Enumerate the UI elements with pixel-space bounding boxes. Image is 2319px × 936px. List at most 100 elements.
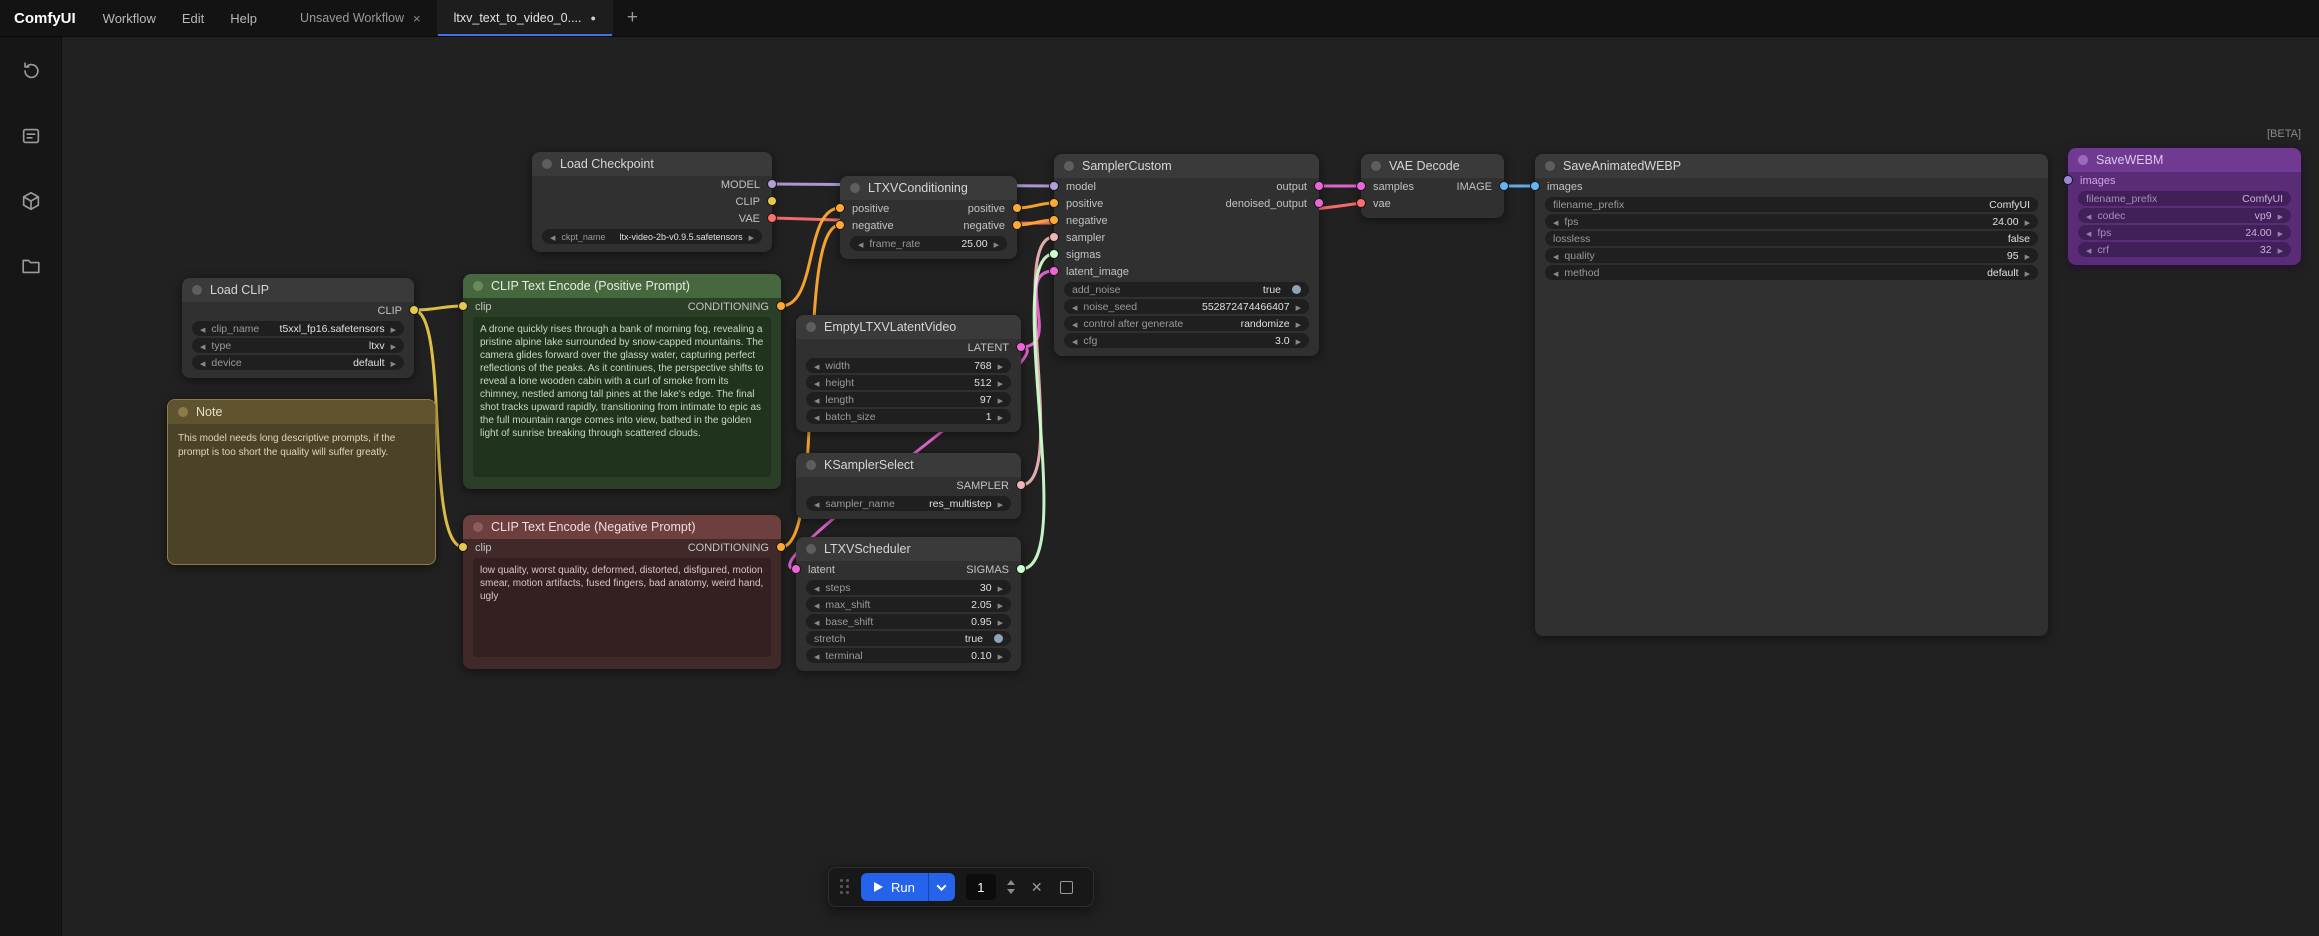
number-left-arrow-icon[interactable] xyxy=(1072,335,1077,347)
node-ksampler-select[interactable]: KSamplerSelect SAMPLER sampler_name res_… xyxy=(796,453,1021,519)
collapse-dot-icon[interactable] xyxy=(1545,161,1555,171)
node-titlebar[interactable]: KSamplerSelect xyxy=(796,453,1021,477)
node-titlebar[interactable]: SaveAnimatedWEBP xyxy=(1535,154,2048,178)
port-sampler-output[interactable] xyxy=(1016,480,1026,490)
menu-help[interactable]: Help xyxy=(217,0,270,36)
widget-quality[interactable]: quality 95 xyxy=(1545,248,2038,263)
number-right-arrow-icon[interactable] xyxy=(994,238,999,250)
workflows-folder-icon[interactable] xyxy=(19,254,43,278)
batch-count-input[interactable]: 1 xyxy=(966,874,996,900)
number-right-arrow-icon[interactable] xyxy=(998,411,1003,423)
number-right-arrow-icon[interactable] xyxy=(998,616,1003,628)
node-titlebar[interactable]: Load CLIP xyxy=(182,278,414,302)
port-positive-input[interactable] xyxy=(835,203,845,213)
number-right-arrow-icon[interactable] xyxy=(998,599,1003,611)
port-clip-output[interactable] xyxy=(409,305,419,315)
port-latent-image-input[interactable] xyxy=(1049,266,1059,276)
widget-steps[interactable]: steps 30 xyxy=(806,580,1011,595)
widget-device[interactable]: device default xyxy=(192,355,404,370)
combo-right-arrow-icon[interactable] xyxy=(391,357,396,369)
port-model-input[interactable] xyxy=(1049,181,1059,191)
toggle-pip-icon[interactable] xyxy=(994,634,1003,643)
number-left-arrow-icon[interactable] xyxy=(2086,244,2091,256)
history-icon[interactable] xyxy=(19,59,43,83)
node-empty-ltxv-latent-video[interactable]: EmptyLTXVLatentVideo LATENT width 768 he… xyxy=(796,315,1021,432)
number-right-arrow-icon[interactable] xyxy=(998,360,1003,372)
widget-batch-size[interactable]: batch_size 1 xyxy=(806,409,1011,424)
tab-unsaved-workflow[interactable]: Unsaved Workflow × xyxy=(284,0,438,36)
port-clip-input[interactable] xyxy=(458,542,468,552)
negative-prompt-textarea[interactable]: low quality, worst quality, deformed, di… xyxy=(473,558,771,657)
widget-filename-prefix[interactable]: filename_prefix ComfyUI xyxy=(1545,197,2038,212)
node-save-animated-webp[interactable]: SaveAnimatedWEBP images filename_prefix … xyxy=(1535,154,2048,636)
port-conditioning-output[interactable] xyxy=(776,542,786,552)
node-titlebar[interactable]: VAE Decode xyxy=(1361,154,1504,178)
number-left-arrow-icon[interactable] xyxy=(814,411,819,423)
node-ltxv-scheduler[interactable]: LTXVScheduler latent SIGMAS steps 30 max… xyxy=(796,537,1021,671)
combo-right-arrow-icon[interactable] xyxy=(1296,318,1301,330)
number-left-arrow-icon[interactable] xyxy=(814,650,819,662)
clear-queue-icon[interactable] xyxy=(1031,879,1043,896)
run-options-dropdown[interactable] xyxy=(928,873,955,901)
combo-left-arrow-icon[interactable] xyxy=(550,232,555,242)
widget-codec[interactable]: codec vp9 xyxy=(2078,208,2291,223)
port-negative-output[interactable] xyxy=(1012,220,1022,230)
node-clip-text-encode-positive[interactable]: CLIP Text Encode (Positive Prompt) clip … xyxy=(463,274,781,489)
run-button[interactable]: Run xyxy=(861,873,928,901)
collapse-dot-icon[interactable] xyxy=(850,183,860,193)
widget-lossless-toggle[interactable]: lossless false xyxy=(1545,231,2038,246)
combo-right-arrow-icon[interactable] xyxy=(2278,210,2283,222)
number-right-arrow-icon[interactable] xyxy=(1296,335,1301,347)
port-latent-input[interactable] xyxy=(791,564,801,574)
node-titlebar[interactable]: SaveWEBM xyxy=(2068,148,2301,172)
node-titlebar[interactable]: Note xyxy=(168,400,435,424)
widget-sampler-name[interactable]: sampler_name res_multistep xyxy=(806,496,1011,511)
port-vae-input[interactable] xyxy=(1356,198,1366,208)
port-model-output[interactable] xyxy=(767,179,777,189)
model-library-icon[interactable] xyxy=(19,189,43,213)
number-left-arrow-icon[interactable] xyxy=(1553,216,1558,228)
widget-frame-rate[interactable]: frame_rate 25.00 xyxy=(850,236,1007,251)
collapse-dot-icon[interactable] xyxy=(1371,161,1381,171)
port-sigmas-output[interactable] xyxy=(1016,564,1026,574)
combo-left-arrow-icon[interactable] xyxy=(200,357,205,369)
decrement-icon[interactable] xyxy=(1007,889,1015,894)
menu-edit[interactable]: Edit xyxy=(169,0,217,36)
node-note[interactable]: Note This model needs long descriptive p… xyxy=(167,399,436,565)
port-clip-output[interactable] xyxy=(767,196,777,206)
number-left-arrow-icon[interactable] xyxy=(814,360,819,372)
combo-left-arrow-icon[interactable] xyxy=(814,498,819,510)
collapse-dot-icon[interactable] xyxy=(806,544,816,554)
node-titlebar[interactable]: EmptyLTXVLatentVideo xyxy=(796,315,1021,339)
tab-ltxv-text-to-video[interactable]: ltxv_text_to_video_0.... ● xyxy=(438,0,613,36)
number-right-arrow-icon[interactable] xyxy=(998,394,1003,406)
number-right-arrow-icon[interactable] xyxy=(2278,244,2283,256)
number-right-arrow-icon[interactable] xyxy=(2025,216,2030,228)
node-save-webm[interactable]: SaveWEBM images filename_prefix ComfyUI … xyxy=(2068,148,2301,265)
widget-type[interactable]: type ltxv xyxy=(192,338,404,353)
number-right-arrow-icon[interactable] xyxy=(998,582,1003,594)
node-vae-decode[interactable]: VAE Decode samples IMAGE vae xyxy=(1361,154,1504,218)
increment-icon[interactable] xyxy=(1007,880,1015,885)
node-sampler-custom[interactable]: SamplerCustom model output positive deno… xyxy=(1054,154,1319,356)
number-left-arrow-icon[interactable] xyxy=(814,582,819,594)
port-vae-output[interactable] xyxy=(767,213,777,223)
node-load-clip[interactable]: Load CLIP CLIP clip_name t5xxl_fp16.safe… xyxy=(182,278,414,378)
node-titlebar[interactable]: Load Checkpoint xyxy=(532,152,772,176)
port-output[interactable] xyxy=(1314,181,1324,191)
new-tab-button[interactable]: + xyxy=(613,0,652,36)
node-load-checkpoint[interactable]: Load Checkpoint MODEL CLIP VAE ckpt_name… xyxy=(532,152,772,252)
drag-handle-icon[interactable] xyxy=(840,879,850,895)
widget-stretch-toggle[interactable]: stretch true xyxy=(806,631,1011,646)
node-titlebar[interactable]: LTXVConditioning xyxy=(840,176,1017,200)
collapse-dot-icon[interactable] xyxy=(1064,161,1074,171)
collapse-dot-icon[interactable] xyxy=(178,407,188,417)
number-left-arrow-icon[interactable] xyxy=(814,616,819,628)
combo-left-arrow-icon[interactable] xyxy=(200,323,205,335)
collapse-dot-icon[interactable] xyxy=(2078,155,2088,165)
collapse-dot-icon[interactable] xyxy=(192,285,202,295)
widget-ckpt-name[interactable]: ckpt_name ltx-video-2b-v0.9.5.safetensor… xyxy=(542,229,762,244)
port-image-output[interactable] xyxy=(1499,181,1509,191)
number-right-arrow-icon[interactable] xyxy=(2278,227,2283,239)
widget-height[interactable]: height 512 xyxy=(806,375,1011,390)
